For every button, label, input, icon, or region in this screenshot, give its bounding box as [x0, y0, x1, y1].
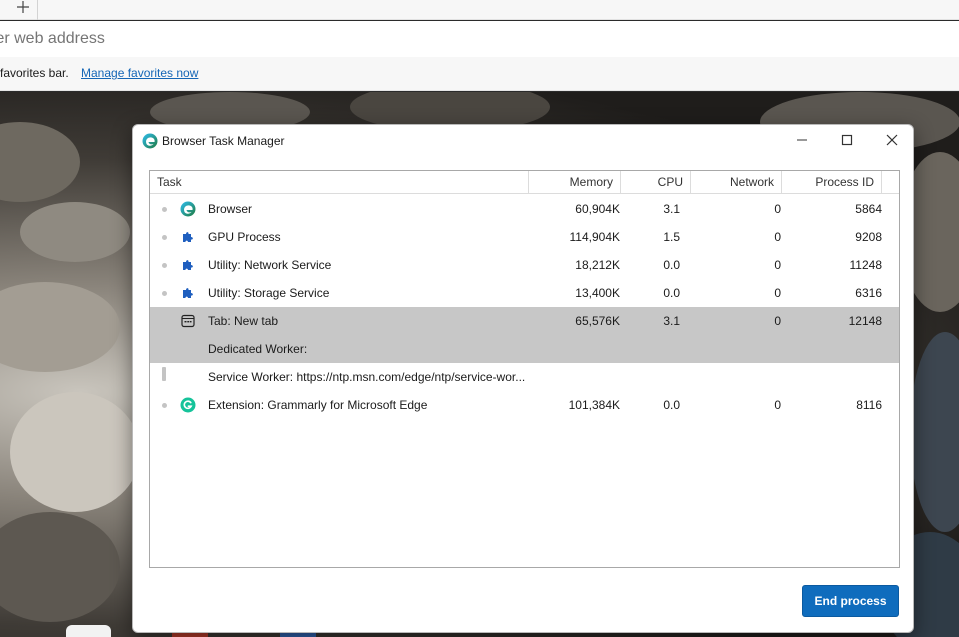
row-memory: 18,212K: [575, 258, 620, 272]
row-task-name: Service Worker: https://ntp.msn.com/edge…: [208, 370, 526, 384]
table-row[interactable]: GPU Process 114,904K 1.5 0 9208: [150, 223, 899, 251]
row-process-id: 12148: [848, 314, 882, 328]
address-input[interactable]: [0, 21, 959, 57]
row-task-name: Extension: Grammarly for Microsoft Edge: [208, 398, 428, 412]
column-header-process-id[interactable]: Process ID: [782, 171, 882, 194]
row-memory: 101,384K: [568, 398, 620, 412]
table-row[interactable]: Utility: Storage Service 13,400K 0.0 0 6…: [150, 279, 899, 307]
row-cpu: 3.1: [663, 314, 680, 328]
minimize-button[interactable]: [779, 125, 825, 155]
address-bar: [0, 21, 959, 57]
minimize-icon: [797, 139, 807, 141]
maximize-button[interactable]: [824, 125, 870, 155]
dialog-title: Browser Task Manager: [162, 134, 285, 148]
row-network: 0: [774, 258, 781, 272]
favorites-bar-text: favorites bar.: [0, 66, 69, 80]
row-task-name: GPU Process: [208, 230, 281, 244]
new-tab-button[interactable]: [0, 0, 38, 20]
tab-strip: [0, 0, 959, 20]
taskbar-hint: [66, 625, 111, 637]
row-network: 0: [774, 286, 781, 300]
table-row-selected[interactable]: Tab: New tab 65,576K 3.1 0 12148: [150, 307, 899, 335]
plus-icon: [17, 1, 29, 13]
table-row-selected[interactable]: Dedicated Worker:: [150, 335, 899, 363]
row-network: 0: [774, 398, 781, 412]
row-bullet: [162, 291, 167, 296]
column-header-cpu[interactable]: CPU: [621, 171, 691, 194]
row-task-name: Dedicated Worker:: [208, 342, 308, 356]
puzzle-icon: [179, 284, 197, 302]
row-network: 0: [774, 230, 781, 244]
process-table: Task Memory CPU Network Process ID Brows…: [149, 170, 900, 568]
row-memory: 60,904K: [575, 202, 620, 216]
row-memory: 114,904K: [569, 230, 621, 244]
row-memory: 13,400K: [575, 286, 620, 300]
favorites-bar: favorites bar. Manage favorites now: [0, 57, 959, 91]
table-row[interactable]: Service Worker: https://ntp.msn.com/edge…: [150, 363, 899, 391]
column-header-network[interactable]: Network: [691, 171, 782, 194]
row-bullet: [162, 263, 167, 268]
row-network: 0: [774, 202, 781, 216]
group-connector: [162, 367, 166, 381]
tab-icon: [179, 312, 197, 330]
table-row[interactable]: Utility: Network Service 18,212K 0.0 0 1…: [150, 251, 899, 279]
row-process-id: 5864: [855, 202, 882, 216]
dialog-titlebar: Browser Task Manager: [133, 125, 913, 157]
row-task-name: Utility: Network Service: [208, 258, 332, 272]
row-task-name: Utility: Storage Service: [208, 286, 330, 300]
row-bullet: [162, 235, 167, 240]
task-manager-dialog: Browser Task Manager Task Memory CPU Net…: [132, 124, 914, 633]
edge-icon: [179, 200, 197, 218]
end-process-button[interactable]: End process: [802, 585, 899, 617]
row-cpu: 0.0: [663, 258, 680, 272]
column-header-memory[interactable]: Memory: [529, 171, 621, 194]
row-cpu: 0.0: [663, 286, 680, 300]
row-memory: 65,576K: [575, 314, 620, 328]
row-process-id: 11248: [849, 258, 882, 272]
close-button[interactable]: [869, 125, 915, 155]
row-process-id: 9208: [855, 230, 882, 244]
table-header: Task Memory CPU Network Process ID: [150, 171, 899, 194]
row-cpu: 0.0: [663, 398, 680, 412]
row-cpu: 1.5: [663, 230, 680, 244]
row-process-id: 8116: [856, 398, 882, 412]
row-bullet: [162, 403, 167, 408]
manage-favorites-link[interactable]: Manage favorites now: [81, 66, 198, 80]
row-task-name: Tab: New tab: [208, 314, 279, 328]
edge-icon: [142, 133, 158, 149]
row-cpu: 3.1: [663, 202, 680, 216]
row-bullet: [162, 207, 167, 212]
puzzle-icon: [179, 256, 197, 274]
grammarly-icon: [179, 396, 197, 414]
row-network: 0: [774, 314, 781, 328]
table-row[interactable]: Extension: Grammarly for Microsoft Edge …: [150, 391, 899, 419]
row-process-id: 6316: [855, 286, 882, 300]
table-row[interactable]: Browser 60,904K 3.1 0 5864: [150, 195, 899, 223]
maximize-icon: [841, 134, 853, 146]
column-header-task[interactable]: Task: [150, 171, 529, 194]
close-icon: [886, 134, 898, 146]
row-task-name: Browser: [208, 202, 253, 216]
puzzle-icon: [179, 228, 197, 246]
